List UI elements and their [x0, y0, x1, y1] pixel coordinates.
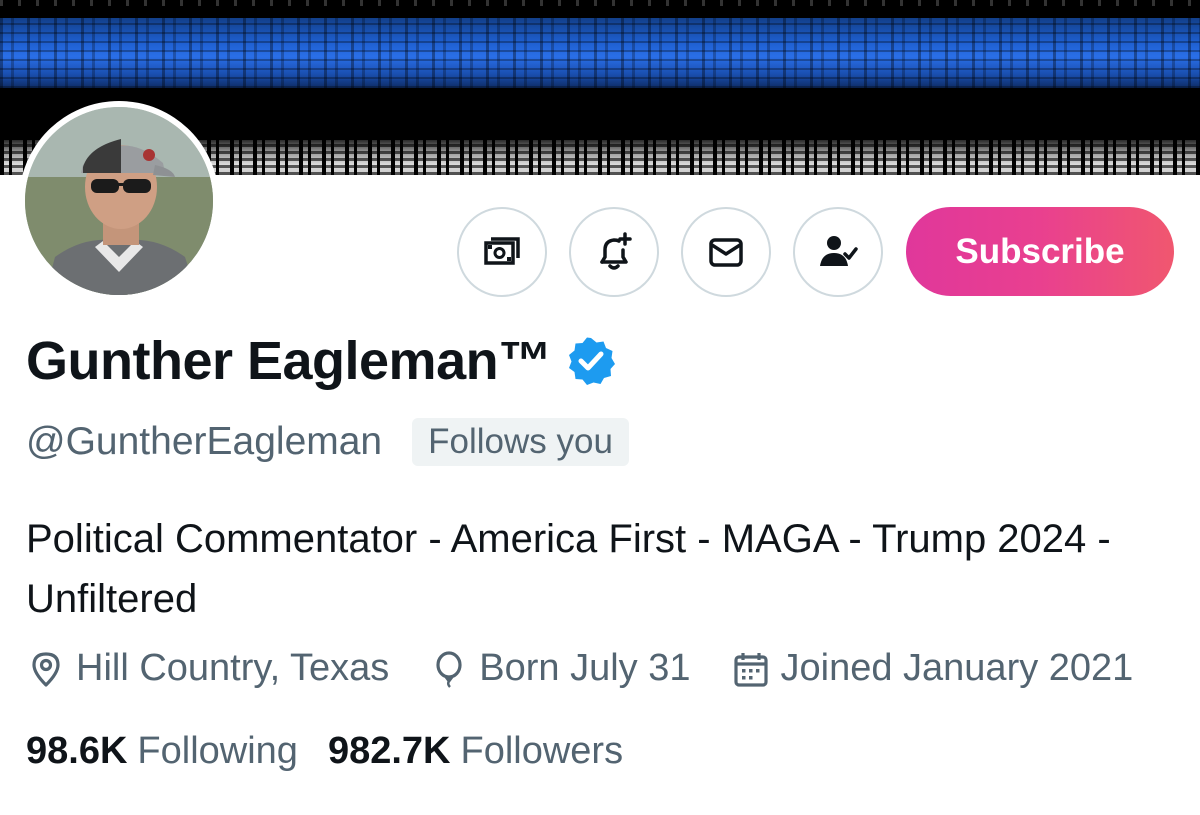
banner-texture-top [0, 0, 1200, 6]
followers-label: Followers [460, 730, 624, 772]
message-button[interactable] [681, 207, 771, 297]
tip-button[interactable] [457, 207, 547, 297]
bell-plus-icon [600, 232, 632, 270]
profile-bio: Political Commentator - America First - … [26, 517, 1111, 621]
avatar-photo [25, 107, 213, 295]
followers-stat-link[interactable]: 982.7K Followers [328, 730, 623, 773]
money-icon [484, 237, 520, 265]
follows-you-badge: Follows you [412, 418, 629, 466]
display-name: Gunther Eagleman™ [26, 331, 552, 391]
name-row: Gunther Eagleman™ [26, 330, 616, 392]
following-label: Following [137, 730, 298, 772]
envelope-icon [709, 238, 743, 267]
joined-text: Joined January 2021 [780, 647, 1134, 689]
follow-stats: 98.6K Following 982.7K Followers [26, 730, 653, 773]
location-pin-icon [32, 651, 60, 687]
birthday-text: Born July 31 [479, 647, 691, 689]
followers-count: 982.7K [327, 730, 451, 772]
handle-row: @GuntherEagleman Follows you [26, 418, 629, 466]
verified-badge-icon[interactable] [566, 336, 616, 386]
following-stat-link[interactable]: 98.6K Following [26, 730, 298, 773]
profile-meta: Hill Country, Texas Born July 31 Joined … [26, 647, 1133, 690]
username-handle: @GuntherEagleman [26, 420, 383, 463]
subscribe-button[interactable]: Subscribe [906, 207, 1174, 296]
birthday-item: Born July 31 [429, 647, 691, 690]
following-button[interactable] [793, 207, 883, 297]
location-item: Hill Country, Texas [26, 647, 389, 690]
calendar-icon [733, 652, 768, 687]
balloon-icon [436, 650, 462, 688]
banner-blue-stripe [0, 18, 1200, 88]
person-check-icon [820, 236, 858, 266]
location-text: Hill Country, Texas [76, 647, 390, 689]
following-count: 98.6K [26, 730, 128, 772]
avatar[interactable] [19, 101, 219, 301]
notify-button[interactable] [569, 207, 659, 297]
joined-item: Joined January 2021 [731, 647, 1134, 690]
